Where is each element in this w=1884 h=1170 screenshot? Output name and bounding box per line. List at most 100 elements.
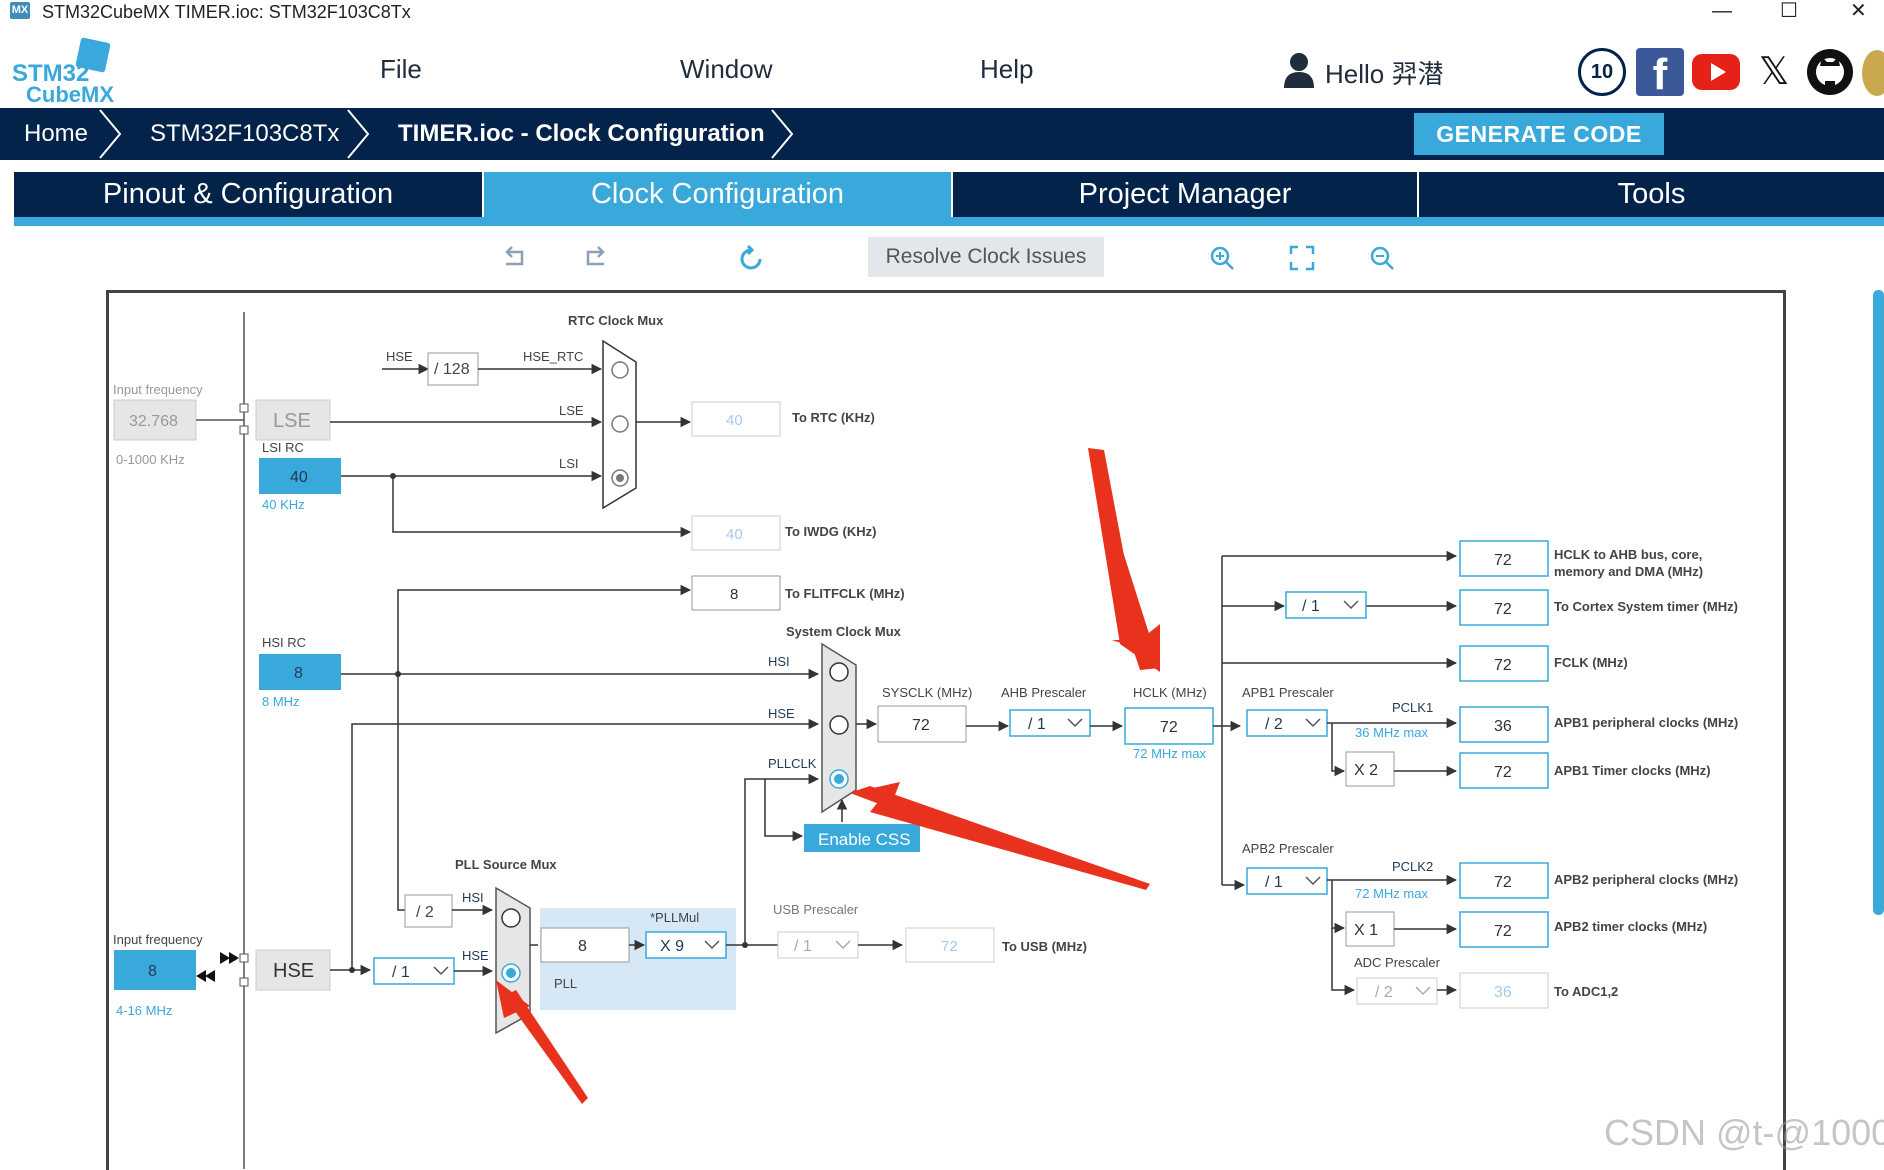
hsi-value: 8 [294,665,303,682]
apb2-x1: X 1 [1354,922,1378,939]
hse-prediv-value: / 1 [392,964,410,981]
pllmux-radio-hse-dot [506,968,516,978]
apb1-prescaler-label: APB1 Prescaler [1242,685,1334,700]
wire [744,773,820,945]
hclk-ahb-value: 72 [1494,552,1512,569]
adc-prescaler-label: ADC Prescaler [1354,955,1441,970]
rtc-mux-title: RTC Clock Mux [568,313,664,328]
cortex-divider-value: / 1 [1302,598,1320,615]
cortex-value: 72 [1494,601,1512,618]
apb1-prescaler-value: / 2 [1265,716,1283,733]
pclk1-label: PCLK1 [1392,700,1433,715]
lse-block-label: LSE [273,410,311,432]
hse-block-label: HSE [273,960,314,982]
adc-prescaler-value: / 2 [1375,984,1393,1001]
pllmux-hsi-label: HSI [462,890,484,905]
apb1-timer-label: APB1 Timer clocks (MHz) [1554,763,1711,778]
hsi-rc-label: HSI RC [262,635,306,650]
pll-source-mux-title: PLL Source Mux [455,857,557,872]
pclk2-max: 72 MHz max [1355,886,1428,901]
pin [239,953,249,963]
apb2-prescaler-value: / 1 [1265,874,1283,891]
sysclk-label: SYSCLK (MHz) [882,685,972,700]
adc-out-value: 36 [1494,984,1512,1001]
pin [239,977,249,987]
apb2-timer-label: APB2 timer clocks (MHz) [1554,919,1707,934]
hclk-max: 72 MHz max [1133,746,1206,761]
pllmul-value: X 9 [660,938,684,955]
apb2-timer-value: 72 [1494,923,1512,940]
arrow-right-icon [220,952,230,964]
apb1-periph-value: 36 [1494,718,1512,735]
ahb-prescaler-value: / 1 [1028,716,1046,733]
hclk-ahb-label-2: memory and DMA (MHz) [1554,564,1703,579]
apb1-x2: X 2 [1354,762,1378,779]
wire [1331,880,1346,934]
hclk-label: HCLK (MHz) [1133,685,1207,700]
usb-value: 72 [941,938,958,955]
fclk-value: 72 [1494,657,1512,674]
rtc-mux-radio-lsi-dot [616,474,624,482]
usb-prescaler-value: / 1 [794,938,812,955]
pclk2-label: PCLK2 [1392,859,1433,874]
hse-rtc-label: HSE_RTC [523,349,583,364]
hclk-value: 72 [1160,719,1178,736]
to-flitf-label: To FLITFCLK (MHz) [785,586,905,601]
to-flitf-value: 8 [730,586,738,603]
rtc-hse-label: HSE [386,349,413,364]
adc-out-label: To ADC1,2 [1554,984,1618,999]
div128-label: / 128 [434,361,470,378]
to-rtc-value: 40 [726,412,743,429]
apb2-periph-label: APB2 peripheral clocks (MHz) [1554,872,1738,887]
sysmux-hse-label: HSE [768,706,795,721]
usb-prescaler-label: USB Prescaler [773,902,859,917]
lse-input-frequency-label: Input frequency [113,382,203,397]
sysclk-mux-title: System Clock Mux [786,624,902,639]
hse-input-frequency-label: Input frequency [113,932,203,947]
wire [397,674,428,916]
sysmux-radio-hse[interactable] [829,715,849,735]
wire [392,476,692,538]
hse-prediv-select[interactable] [373,957,455,985]
pllmux-radio-hsi[interactable] [501,908,521,928]
rtc-lse-label: LSE [559,403,584,418]
pllmul-label: *PLLMul [650,910,699,925]
hsi-unit: 8 MHz [262,694,300,709]
hsi-div2-label: / 2 [416,904,434,921]
apb1-timer-value: 72 [1494,764,1512,781]
hclk-ahb-label: HCLK to AHB bus, core, [1554,547,1702,562]
rtc-mux-radio-hse[interactable] [611,361,629,379]
wire [764,779,804,842]
lsi-value: 40 [290,469,308,486]
to-iwdg-label: To IWDG (KHz) [785,524,876,539]
pin [239,403,249,413]
to-usb-label: To USB (MHz) [1002,939,1087,954]
sysmux-hsi-label: HSI [768,654,790,669]
apb2-periph-value: 72 [1494,874,1512,891]
pll-label: PLL [554,976,577,991]
lsi-rc-label: LSI RC [262,440,304,455]
arrow-right-icon [229,952,239,964]
watermark: CSDN @t-@1000 [1604,1112,1884,1153]
to-iwdg-value: 40 [726,526,743,543]
ahb-prescaler-label: AHB Prescaler [1001,685,1087,700]
clock-tree-diagram: RTC Clock Mux HSE / 128 HSE_RTC LSE LSI … [113,312,1738,1169]
rtc-mux-radio-lse[interactable] [611,415,629,433]
pin [239,425,249,435]
enable-css-label: Enable CSS [818,830,911,849]
lsi-unit: 40 KHz [262,497,305,512]
pclk1-max: 36 MHz max [1355,725,1428,740]
pll-in-value: 8 [578,938,587,955]
annotation-arrow-hclk-head [1088,448,1160,672]
arrow-left-icon [196,970,206,982]
arrow-left-icon [205,970,215,982]
junction [349,967,355,973]
hse-frequency-value: 8 [148,963,157,980]
sysclk-value: 72 [912,717,930,734]
fclk-label: FCLK (MHz) [1554,655,1628,670]
pllmux-hse-label: HSE [462,948,489,963]
wire [397,584,692,674]
junction [742,942,748,948]
sysmux-radio-hsi[interactable] [829,662,849,682]
apb2-prescaler-label: APB2 Prescaler [1242,841,1334,856]
